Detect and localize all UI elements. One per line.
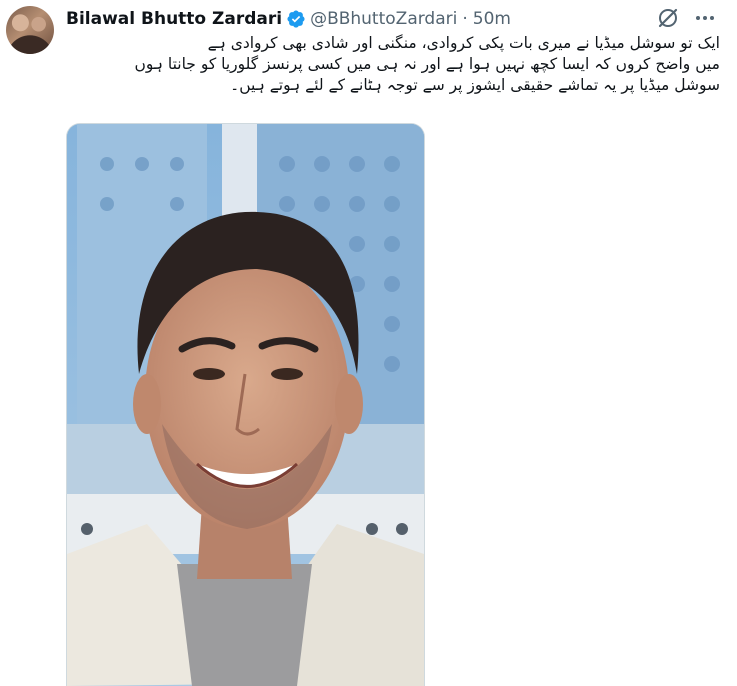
tweet-line: ایک تو سوشل میڈیا نے میری بات پکی کروادی… bbox=[207, 34, 720, 52]
author-name[interactable]: Bilawal Bhutto Zardari bbox=[66, 9, 282, 29]
verified-badge-icon bbox=[287, 10, 305, 28]
separator-dot: · bbox=[462, 9, 468, 29]
video-frame-image bbox=[67, 124, 424, 686]
tweet-video[interactable] bbox=[66, 123, 425, 686]
more-icon[interactable] bbox=[692, 6, 718, 30]
timestamp[interactable]: 50m bbox=[473, 9, 511, 29]
tweet-text: ایک تو سوشل میڈیا نے میری بات پکی کروادی… bbox=[60, 33, 720, 96]
author-handle[interactable]: @BBhuttoZardari bbox=[310, 9, 457, 29]
tweet-line: سوشل میڈیا پر یہ تماشے حقیقی ایشوز پر سے… bbox=[230, 76, 720, 94]
grok-icon[interactable] bbox=[656, 6, 680, 30]
avatar[interactable] bbox=[6, 6, 54, 54]
tweet-header: Bilawal Bhutto Zardari @BBhuttoZardari ·… bbox=[66, 7, 737, 31]
tweet-line: میں واضح کروں کہ ایسا کچھ نہیں ہوا ہے او… bbox=[134, 55, 720, 73]
